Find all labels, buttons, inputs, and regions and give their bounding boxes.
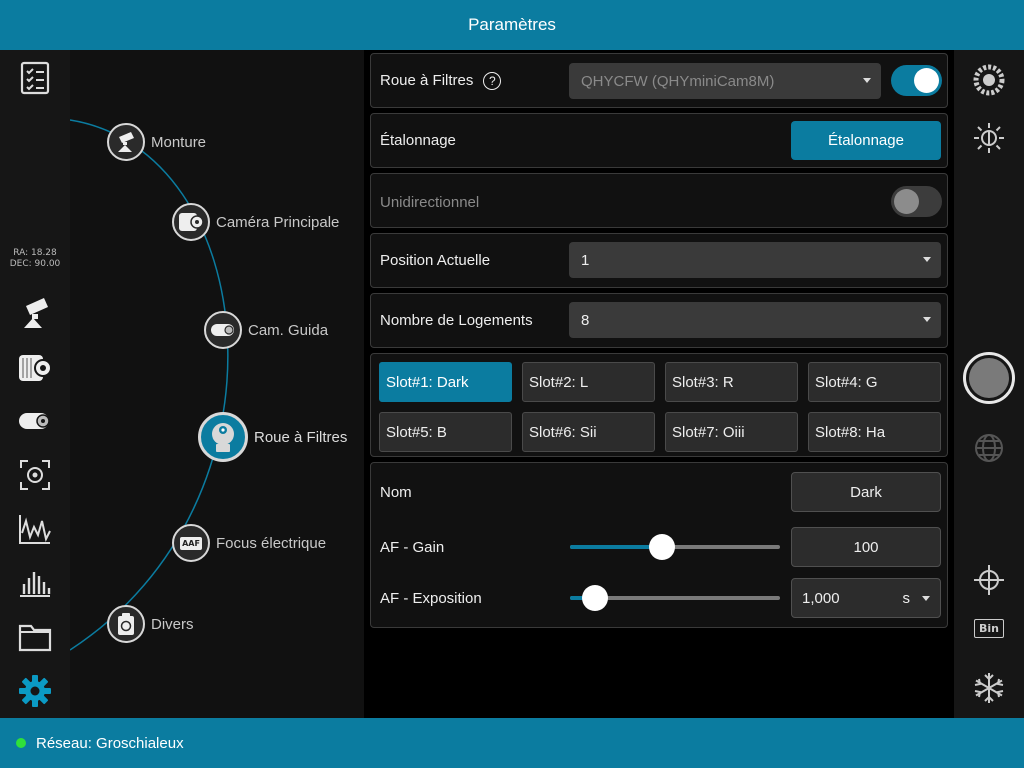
slot-count-card: Nombre de Logements 8 [370,293,948,348]
slot-name-field[interactable]: Dark [791,472,941,512]
nav-item-main-camera[interactable]: Caméra Principale [172,203,339,241]
cooling-snowflake-icon[interactable] [969,668,1009,708]
folder-icon[interactable] [15,617,55,657]
status-bar: Réseau: Groschialeux [0,718,1024,768]
mount-icon [107,123,145,161]
help-icon[interactable]: ? [483,72,502,91]
current-position-value: 1 [581,251,590,269]
nav-item-label: Divers [151,615,194,633]
slot-count-label: Nombre de Logements [380,312,533,329]
device-value: QHYCFW (QHYminiCam8M) [581,72,775,90]
slots-card: Slot#1: Dark Slot#2: L Slot#3: R Slot#4:… [370,353,948,457]
slot-button-4[interactable]: Slot#4: G [808,362,941,402]
ra-readout: RA: 18.28 [13,248,57,258]
exposure-dial-icon[interactable] [969,60,1009,100]
focus-target-icon[interactable] [15,455,55,495]
calibration-label: Étalonnage [380,132,456,149]
nav-item-label: Focus électrique [216,534,327,552]
nav-item-label: Monture [151,133,207,151]
nav-item-mount[interactable]: Monture [107,123,206,161]
coordinates-readout: RA: 18.28 DEC: 90.00 [0,248,70,270]
filter-wheel-row-label: Roue à Filtres? [380,72,502,91]
unidirectional-toggle[interactable] [891,186,942,217]
calibration-button[interactable]: Étalonnage [791,121,941,160]
slot-count-value: 8 [581,311,590,329]
guiding-graph-icon[interactable] [15,509,55,549]
capture-button[interactable] [963,352,1015,404]
main-camera-icon[interactable] [15,348,55,388]
af-gain-label: AF - Gain [380,539,445,556]
crosshair-icon[interactable] [969,560,1009,600]
nav-item-label: Cam. Guida [248,321,329,339]
af-exposure-slider[interactable] [570,585,780,611]
filter-wheel-label: Roue à Filtres [380,72,474,89]
slot-button-5[interactable]: Slot#5: B [379,412,512,452]
af-exposure-field[interactable]: 1,000 s [791,578,941,618]
af-exposure-label: AF - Exposition [380,590,482,607]
af-gain-slider[interactable] [570,534,780,560]
guide-camera-icon [204,311,242,349]
slot-count-select[interactable]: 8 [569,302,941,338]
filter-wheel-device-select[interactable]: QHYCFW (QHYminiCam8M) [569,63,881,99]
exposure-unit[interactable]: s [903,590,911,607]
slot-name-label: Nom [380,484,412,501]
page-title: Paramètres [468,15,556,34]
nav-item-guide-camera[interactable]: Cam. Guida [204,311,328,349]
current-position-card: Position Actuelle 1 [370,233,948,288]
bin-label: Bin [974,618,1004,638]
slot-button-8[interactable]: Slot#8: Ha [808,412,941,452]
slot-button-3[interactable]: Slot#3: R [665,362,798,402]
slot-button-6[interactable]: Slot#6: Sii [522,412,655,452]
focuser-badge: AAF [180,536,202,550]
mount-icon[interactable] [15,293,55,333]
nav-item-filter-wheel[interactable]: Roue à Filtres [198,412,347,462]
slot-detail-card: Nom Dark AF - Gain 100 AF - Exposition 1… [370,462,948,628]
chevron-down-icon [923,317,931,322]
nav-item-label: Roue à Filtres [254,428,348,446]
slider-thumb[interactable] [582,585,609,611]
left-toolbar: RA: 18.28 DEC: 90.00 [0,50,70,718]
current-position-select[interactable]: 1 [569,242,941,278]
filter-wheel-toggle[interactable] [891,65,942,96]
misc-icon [107,605,145,643]
title-bar: Paramètres [0,0,1024,50]
right-toolbar: Bin [954,50,1024,718]
focuser-icon: AAF [172,524,210,562]
current-position-label: Position Actuelle [380,252,491,269]
exposure-value: 1,000 [802,589,840,607]
brightness-icon[interactable] [969,118,1009,158]
unidirectional-card: Unidirectionnel [370,173,948,228]
af-gain-field[interactable]: 100 [791,527,941,567]
network-status-text: Réseau: Groschialeux [36,734,184,752]
checklist-icon[interactable] [15,58,55,98]
settings-gear-icon[interactable] [15,671,55,711]
filter-wheel-settings: Roue à Filtres? QHYCFW (QHYminiCam8M) Ét… [364,50,954,718]
nav-item-focuser[interactable]: AAF Focus électrique [172,524,326,562]
nav-item-misc[interactable]: Divers [107,605,194,643]
nav-item-label: Caméra Principale [216,213,340,231]
globe-icon[interactable] [969,428,1009,468]
unidirectional-label: Unidirectionnel [380,194,480,211]
main-camera-icon [172,203,210,241]
bin-icon[interactable]: Bin [969,608,1009,648]
guide-camera-icon[interactable] [15,401,55,441]
chevron-down-icon [922,596,930,601]
slot-button-2[interactable]: Slot#2: L [522,362,655,402]
chevron-down-icon [923,257,931,262]
filter-wheel-card: Roue à Filtres? QHYCFW (QHYminiCam8M) [370,53,948,108]
slot-button-1[interactable]: Slot#1: Dark [379,362,512,402]
chevron-down-icon [863,78,871,83]
histogram-icon[interactable] [15,563,55,603]
device-navigation: Monture Caméra Principale Cam. Guida Rou… [70,50,364,718]
slot-button-7[interactable]: Slot#7: Oiii [665,412,798,452]
slider-thumb[interactable] [649,534,676,560]
dec-readout: DEC: 90.00 [9,259,61,269]
filter-wheel-icon [198,412,248,462]
network-status-indicator [16,738,26,748]
calibration-card: Étalonnage Étalonnage [370,113,948,168]
